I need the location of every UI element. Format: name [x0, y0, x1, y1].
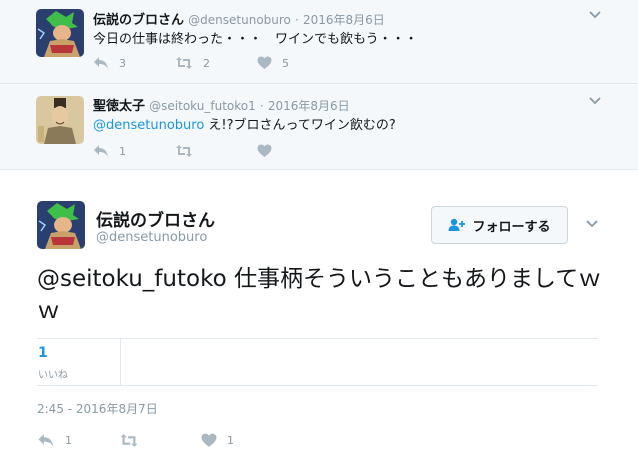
tweet-text: @densetunoburo え!?ブロさんってワイン飲むの?: [93, 114, 396, 133]
retweet-icon: [176, 57, 192, 69]
retweet-icon: [120, 433, 138, 447]
like-count: 1: [227, 433, 234, 447]
tweet-text-body: え!?ブロさんってワイン飲むの?: [204, 118, 396, 133]
tweet-date[interactable]: 2016年8月6日: [303, 13, 385, 27]
display-name[interactable]: 聖徳太子: [93, 99, 145, 114]
like-button[interactable]: 5: [257, 56, 339, 70]
likes-stat[interactable]: 1 いいね: [37, 339, 121, 385]
retweet-count: 2: [203, 56, 210, 70]
chevron-down-icon[interactable]: [585, 217, 599, 231]
likes-label: いいね: [38, 370, 68, 381]
heart-icon: [201, 433, 217, 447]
add-user-icon: [448, 218, 466, 231]
tweet-text: @seitoku_futoko 仕事柄そういうこともありましてｗｗ: [37, 266, 602, 324]
reply-count: 1: [119, 144, 126, 158]
mention-link[interactable]: @densetunoburo: [93, 118, 204, 133]
like-button[interactable]: [257, 144, 339, 158]
user-handle[interactable]: @densetunoburo: [188, 13, 291, 27]
reply-count: 3: [119, 56, 126, 70]
tweet-stats: 1 いいね: [37, 338, 598, 386]
likes-count: 1: [38, 345, 48, 361]
tweet-actions: 1: [93, 143, 339, 159]
tweet-text: 今日の仕事は終わった・・・ ワインでも飲もう・・・: [93, 32, 418, 47]
reply-tweet[interactable]: 伝説のブロさん @densetunoburo · 2016年8月6日 今日の仕事…: [0, 0, 638, 84]
retweet-button[interactable]: [119, 433, 201, 448]
user-handle[interactable]: @densetunoburo: [96, 230, 207, 245]
reply-button[interactable]: 1: [37, 433, 119, 448]
broly-avatar-icon[interactable]: [37, 201, 85, 249]
heart-icon: [257, 56, 272, 69]
tweet-header: 伝説のブロさん @densetunoburo · 2016年8月6日: [93, 9, 385, 28]
retweet-icon: [176, 145, 192, 157]
chevron-down-icon[interactable]: [588, 94, 602, 108]
heart-icon: [257, 144, 272, 157]
display-name[interactable]: 伝説のブロさん: [93, 13, 184, 28]
retweet-button[interactable]: 2: [175, 56, 257, 70]
shotoku-avatar-icon[interactable]: [36, 96, 84, 144]
broly-avatar-icon[interactable]: [36, 9, 84, 57]
like-button[interactable]: 1: [201, 433, 283, 448]
like-count: 5: [282, 56, 289, 70]
tweet-date[interactable]: 2016年8月6日: [268, 99, 350, 113]
reply-icon: [94, 145, 108, 157]
chevron-down-icon[interactable]: [588, 8, 602, 22]
reply-button[interactable]: 1: [93, 144, 175, 158]
tweet-actions: 1 1: [37, 432, 283, 448]
reply-icon: [94, 57, 108, 69]
reply-icon: [38, 433, 54, 447]
display-name[interactable]: 伝説のブロさん: [96, 206, 215, 231]
tweet-timestamp[interactable]: 2:45 - 2016年8月7日: [37, 400, 158, 417]
reply-tweet[interactable]: 聖徳太子 @seitoku_futoko1 · 2016年8月6日 @dense…: [0, 84, 638, 170]
reply-button[interactable]: 3: [93, 56, 175, 70]
user-handle[interactable]: @seitoku_futoko1: [149, 99, 256, 113]
permalink-tweet: 伝説のブロさん @densetunoburo フォローする @seitoku_f…: [0, 170, 638, 476]
follow-button[interactable]: フォローする: [431, 206, 568, 244]
tweet-actions: 3 2 5: [93, 55, 339, 71]
reply-count: 1: [65, 433, 72, 447]
tweet-header: 聖徳太子 @seitoku_futoko1 · 2016年8月6日: [93, 95, 350, 114]
retweet-button[interactable]: [175, 144, 257, 158]
follow-label: フォローする: [472, 219, 551, 235]
separator: ·: [295, 13, 299, 27]
separator: ·: [259, 99, 264, 113]
